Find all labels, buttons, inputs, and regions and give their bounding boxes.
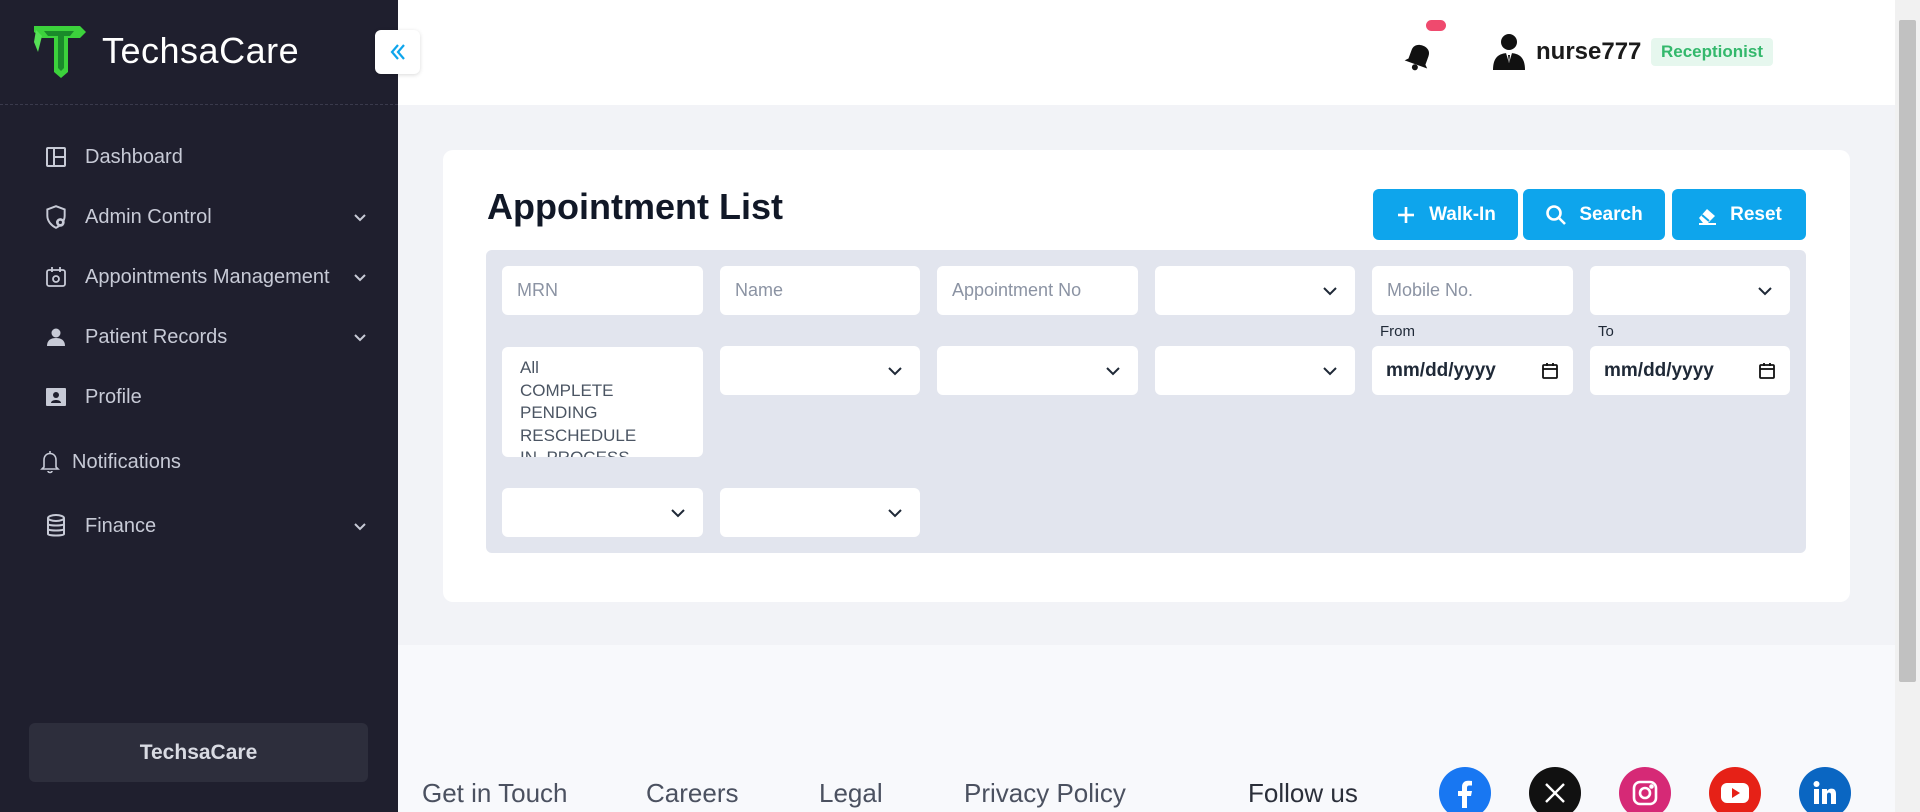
sidebar-item-finance[interactable]: Finance [30, 504, 370, 548]
name-input[interactable]: Name [720, 266, 920, 315]
list-item[interactable]: PENDING [520, 402, 685, 425]
to-date-value: mm/dd/yyyy [1604, 359, 1714, 381]
calendar-icon[interactable] [1758, 362, 1776, 380]
youtube-icon[interactable] [1709, 767, 1761, 812]
appointment-no-input[interactable]: Appointment No [937, 266, 1138, 315]
sidebar-footer-brand: TechsaCare [29, 723, 368, 782]
status-listbox[interactable]: All COMPLETE PENDING RESCHEDULE IN_PROCE… [502, 347, 703, 457]
list-item[interactable]: COMPLETE [520, 380, 685, 403]
plus-icon [1395, 204, 1417, 226]
sidebar-collapse-button[interactable] [375, 30, 420, 74]
sidebar-item-label: Admin Control [85, 205, 212, 228]
sidebar-item-profile[interactable]: Profile [30, 375, 370, 419]
bell-outline-icon [36, 448, 64, 476]
chevron-down-icon [1758, 286, 1772, 295]
sidebar-item-label: Patient Records [85, 325, 228, 348]
sidebar-item-admin-control[interactable]: Admin Control [30, 195, 370, 239]
sidebar-item-notifications[interactable]: Notifications [30, 440, 370, 484]
reset-button[interactable]: Reset [1672, 189, 1806, 240]
sidebar-item-label: Dashboard [85, 145, 183, 168]
page-title: Appointment List [487, 186, 783, 227]
role-badge: Receptionist [1651, 38, 1774, 66]
walk-in-button[interactable]: Walk-In [1373, 189, 1518, 240]
filter-select[interactable] [937, 346, 1138, 395]
sidebar-item-label: Profile [85, 385, 142, 408]
from-date-input[interactable]: mm/dd/yyyy [1372, 346, 1573, 395]
filter-select[interactable] [1590, 266, 1790, 315]
calendar-gear-icon [42, 263, 70, 291]
brand[interactable]: TechsaCare [30, 22, 299, 80]
filter-select[interactable] [720, 488, 920, 537]
chevron-down-icon [888, 508, 902, 517]
sidebar-item-dashboard[interactable]: Dashboard [30, 135, 370, 179]
filter-select[interactable] [1155, 266, 1355, 315]
to-label: To [1598, 323, 1614, 340]
footer-link-careers[interactable]: Careers [646, 778, 738, 809]
list-item[interactable]: RESCHEDULE [520, 425, 685, 448]
chevron-down-icon [671, 508, 685, 517]
notification-bell-icon[interactable] [1402, 38, 1436, 74]
contact-card-icon [42, 383, 70, 411]
techsacare-logo-icon [34, 26, 86, 78]
search-icon [1545, 204, 1567, 226]
from-label: From [1380, 323, 1415, 340]
sidebar-item-label: Notifications [72, 450, 181, 473]
brand-name: TechsaCare [102, 30, 300, 71]
chevron-down-icon [350, 516, 370, 536]
database-icon [42, 512, 70, 540]
chevron-down-icon [350, 267, 370, 287]
eraser-icon [1696, 204, 1718, 226]
sidebar-item-appointments-management[interactable]: Appointments Management [30, 255, 370, 299]
walk-in-label: Walk-In [1429, 203, 1496, 225]
chevron-down-icon [888, 366, 902, 375]
notification-badge [1426, 20, 1446, 31]
chevron-down-icon [1323, 366, 1337, 375]
dashboard-icon [42, 143, 70, 171]
search-label: Search [1579, 203, 1643, 225]
list-item[interactable]: IN_PROCESS [520, 447, 685, 457]
footer-link-privacy-policy[interactable]: Privacy Policy [964, 778, 1126, 809]
chevron-down-icon [1323, 286, 1337, 295]
divider [0, 104, 398, 105]
filter-select[interactable] [720, 346, 920, 395]
filter-select[interactable] [502, 488, 703, 537]
calendar-icon[interactable] [1541, 362, 1559, 380]
footer-link-get-in-touch[interactable]: Get in Touch [422, 778, 568, 809]
reset-label: Reset [1730, 203, 1782, 225]
sidebar-item-patient-records[interactable]: Patient Records [30, 315, 370, 359]
shield-gear-icon [42, 203, 70, 231]
follow-us-label: Follow us [1248, 778, 1358, 808]
chevron-down-icon [350, 327, 370, 347]
sidebar: TechsaCare Dashboard Admin Control Appoi… [0, 0, 398, 812]
mobile-no-input[interactable]: Mobile No. [1372, 266, 1573, 315]
x-icon[interactable] [1529, 767, 1581, 812]
footer-link-legal[interactable]: Legal [819, 778, 883, 809]
double-chevron-left-icon [390, 44, 405, 60]
chevron-down-icon [350, 207, 370, 227]
mrn-input[interactable]: MRN [502, 266, 703, 315]
filter-select[interactable] [1155, 346, 1355, 395]
instagram-icon[interactable] [1619, 767, 1671, 812]
person-icon [42, 323, 70, 351]
user-avatar-icon[interactable] [1492, 33, 1526, 71]
scrollbar-thumb[interactable] [1899, 20, 1916, 682]
sidebar-item-label: Appointments Management [85, 265, 330, 288]
vertical-scrollbar[interactable] [1895, 0, 1920, 812]
search-button[interactable]: Search [1523, 189, 1665, 240]
chevron-down-icon [1106, 366, 1120, 375]
facebook-icon[interactable] [1439, 767, 1491, 812]
sidebar-item-label: Finance [85, 514, 157, 537]
to-date-input[interactable]: mm/dd/yyyy [1590, 346, 1790, 395]
user-name[interactable]: nurse777 [1536, 38, 1641, 66]
linkedin-icon[interactable] [1799, 767, 1851, 812]
list-item[interactable]: All [520, 357, 685, 380]
from-date-value: mm/dd/yyyy [1386, 359, 1496, 381]
